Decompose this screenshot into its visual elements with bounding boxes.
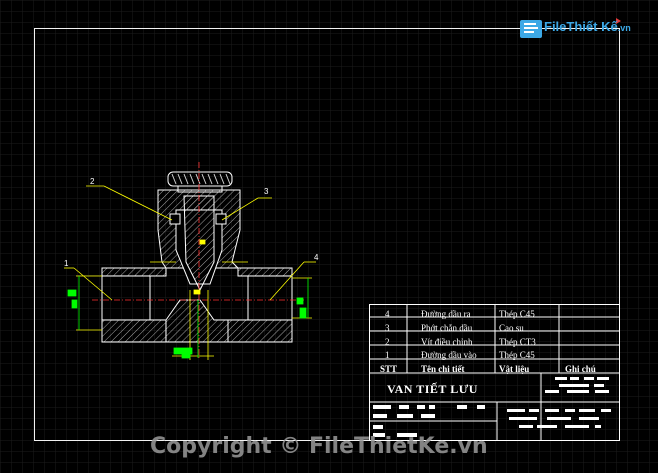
row-stt: 3: [385, 323, 390, 333]
row-name: Đường dầu ra: [421, 309, 471, 319]
row-name: Vít điều chỉnh: [421, 337, 473, 347]
header-stt: STT: [380, 364, 398, 374]
balloon-2: 2: [90, 177, 95, 186]
row-name: Đường dầu vào: [421, 350, 477, 360]
balloon-4: 4: [314, 253, 319, 262]
row-material: Cao su: [499, 323, 524, 333]
copyright-watermark: Copyright © FileThietKe.vn: [150, 434, 488, 459]
row-stt: 2: [385, 337, 390, 347]
row-stt: 1: [385, 350, 390, 360]
row-material: Thép C45: [499, 350, 535, 360]
row-stt: 4: [385, 309, 390, 319]
header-note: Ghi chú: [565, 364, 596, 374]
header-material: Vật liệu: [499, 364, 530, 374]
row-name: Phớt chắn dầu: [421, 323, 473, 333]
drawing-title: VAN TIẾT LƯU: [387, 382, 478, 396]
adjusting-knob: [167, 171, 233, 193]
balloon-1: 1: [64, 259, 69, 268]
valve-body: [101, 189, 293, 343]
balloon-3: 3: [264, 187, 269, 196]
row-material: Thép C45: [499, 309, 535, 319]
header-name: Tên chi tiết: [421, 364, 465, 374]
row-material: Thép CT3: [499, 337, 536, 347]
